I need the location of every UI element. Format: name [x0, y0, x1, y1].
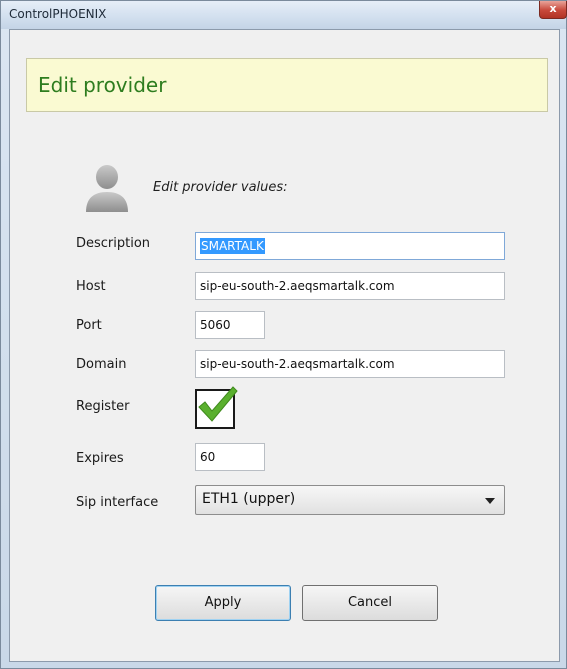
- domain-field[interactable]: sip-eu-south-2.aeqsmartalk.com: [195, 350, 505, 378]
- register-label: Register: [76, 399, 130, 414]
- port-field[interactable]: 5060: [195, 311, 265, 339]
- user-avatar-icon: [86, 165, 128, 212]
- cancel-button[interactable]: Cancel: [302, 585, 438, 621]
- apply-button[interactable]: Apply: [155, 585, 291, 621]
- expires-label: Expires: [76, 451, 124, 466]
- page-title: Edit provider: [38, 73, 167, 97]
- expires-field[interactable]: 60: [195, 443, 265, 471]
- sip-interface-select[interactable]: ETH1 (upper): [195, 485, 505, 515]
- chevron-down-icon: [485, 498, 495, 504]
- description-field[interactable]: SMARTALK: [195, 232, 505, 260]
- host-field[interactable]: sip-eu-south-2.aeqsmartalk.com: [195, 272, 505, 300]
- domain-label: Domain: [76, 357, 127, 372]
- title-bar[interactable]: ControlPHOENIX x: [1, 1, 567, 29]
- window-title: ControlPHOENIX: [9, 7, 107, 21]
- sip-interface-value: ETH1 (upper): [202, 491, 296, 507]
- description-label: Description: [76, 236, 151, 251]
- close-button[interactable]: x: [539, 1, 567, 19]
- port-label: Port: [76, 318, 102, 333]
- host-label: Host: [76, 279, 106, 294]
- sip-interface-label: Sip interface: [76, 495, 159, 510]
- register-checkbox[interactable]: [195, 386, 238, 429]
- header-banner: Edit provider: [26, 58, 548, 112]
- dialog-body: [9, 29, 560, 662]
- checkmark-icon: [198, 386, 238, 422]
- form-subtitle: Edit provider values:: [153, 180, 288, 195]
- description-value: SMARTALK: [200, 238, 265, 254]
- close-icon: x: [549, 2, 557, 15]
